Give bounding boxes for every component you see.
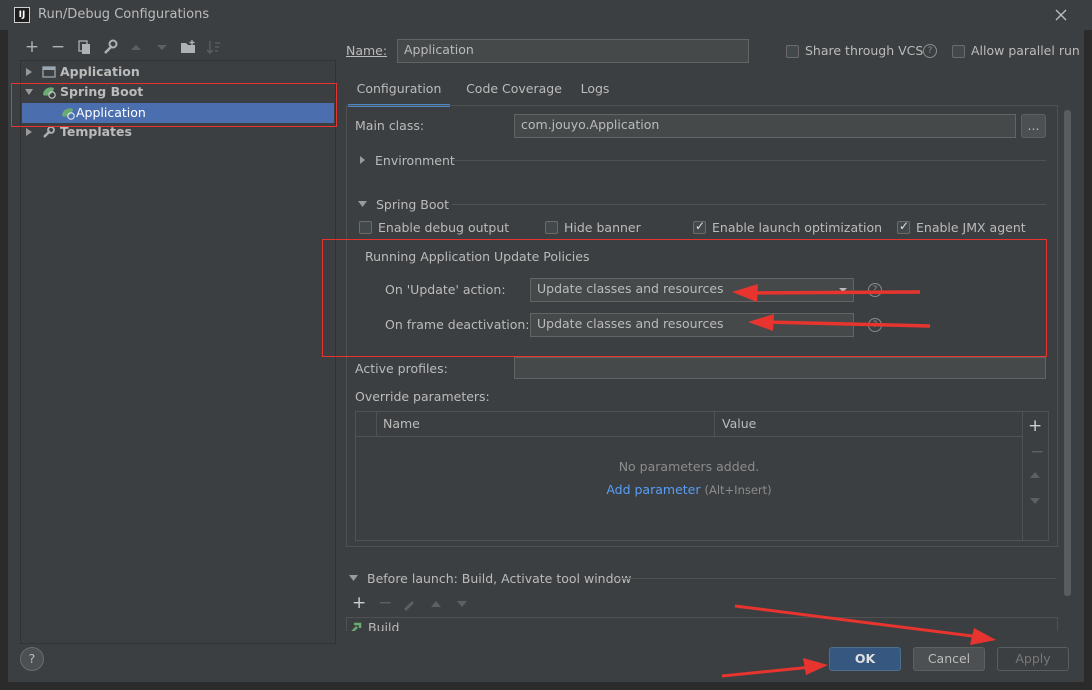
add-icon[interactable]: + <box>22 36 42 58</box>
application-icon <box>42 65 56 79</box>
active-profiles-field[interactable] <box>514 357 1046 379</box>
hide-banner-label[interactable]: Hide banner <box>564 220 641 235</box>
launch-optimization-checkbox[interactable] <box>693 219 706 234</box>
annotation-box-policies <box>322 239 1047 357</box>
apply-button[interactable]: Apply <box>997 647 1069 671</box>
collapse-arrow-icon[interactable] <box>357 199 369 209</box>
override-parameters-label: Override parameters: <box>355 389 490 404</box>
add-parameter-link[interactable]: Add parameter <box>606 482 700 497</box>
tab-configuration[interactable]: Configuration <box>348 76 450 107</box>
divider <box>618 578 1056 579</box>
launch-optimization-label[interactable]: Enable launch optimization <box>712 220 882 235</box>
move-down-icon[interactable] <box>152 36 172 58</box>
wrench-icon <box>42 125 56 139</box>
spring-boot-section-label[interactable]: Spring Boot <box>376 197 449 212</box>
jmx-agent-checkbox[interactable] <box>897 219 910 234</box>
environment-section-label[interactable]: Environment <box>375 153 455 168</box>
active-profiles-label: Active profiles: <box>355 361 448 376</box>
build-hammer-icon <box>349 621 363 631</box>
tree-item-label: Application <box>60 64 140 79</box>
close-icon[interactable] <box>1052 6 1070 24</box>
tab-logs[interactable]: Logs <box>574 76 616 104</box>
add-icon[interactable]: + <box>1028 416 1042 436</box>
cancel-button[interactable]: Cancel <box>913 647 985 671</box>
configuration-tree: Application Spring Boot Application Temp… <box>20 60 336 644</box>
column-header-name[interactable]: Name <box>383 416 420 431</box>
run-debug-dialog: { "window": { "title": "Run/Debug Config… <box>0 0 1092 690</box>
move-up-icon[interactable] <box>126 36 146 58</box>
config-toolbar: + − <box>20 36 336 60</box>
column-header-value[interactable]: Value <box>722 416 756 431</box>
column-divider[interactable] <box>714 412 715 436</box>
share-vcs-checkbox[interactable] <box>786 45 799 58</box>
annotation-arrow-ok <box>721 658 828 678</box>
parameters-table: Name Value No parameters added. Add para… <box>355 411 1023 541</box>
sort-icon[interactable] <box>204 36 224 58</box>
intellij-app-icon: IJ <box>14 7 30 23</box>
share-vcs-label[interactable]: Share through VCS <box>805 43 923 58</box>
title-bar: IJ Run/Debug Configurations <box>0 0 1092 30</box>
tree-item-application[interactable]: Application <box>21 62 335 82</box>
remove-icon[interactable]: − <box>378 593 392 613</box>
help-icon[interactable]: ? <box>923 44 937 58</box>
divider <box>452 204 1046 205</box>
before-launch-list: Build <box>346 617 1058 631</box>
expand-arrow-icon[interactable] <box>358 154 368 166</box>
edit-icon[interactable] <box>402 597 416 611</box>
browse-main-class-button[interactable]: ... <box>1021 114 1046 138</box>
main-class-label: Main class: <box>355 118 425 133</box>
hide-banner-checkbox[interactable] <box>545 221 558 234</box>
main-class-field[interactable]: com.jouyo.Application <box>514 114 1016 138</box>
empty-table-text: No parameters added. <box>618 459 760 474</box>
table-side-toolbar: + − <box>1023 411 1049 541</box>
before-launch-label[interactable]: Before launch: Build, Activate tool wind… <box>367 571 631 586</box>
before-launch-toolbar: + − <box>350 593 490 614</box>
allow-parallel-checkbox[interactable] <box>952 45 965 58</box>
allow-parallel-label[interactable]: Allow parallel run <box>971 43 1080 58</box>
ide-background-left <box>0 30 8 690</box>
move-up-icon[interactable] <box>1029 470 1041 480</box>
ok-button[interactable]: OK <box>829 647 901 671</box>
move-up-icon[interactable] <box>430 599 442 609</box>
list-item[interactable]: Build <box>368 620 399 631</box>
move-down-icon[interactable] <box>456 599 468 609</box>
divider <box>452 160 1046 161</box>
debug-output-label[interactable]: Enable debug output <box>378 220 509 235</box>
ide-background-right <box>1084 30 1092 690</box>
ide-background-bottom <box>0 682 1092 690</box>
vertical-scrollbar[interactable] <box>1064 110 1071 596</box>
move-down-icon[interactable] <box>1029 496 1041 506</box>
remove-icon[interactable]: − <box>1030 442 1044 462</box>
add-parameter-row: Add parameter (Alt+Insert) <box>356 482 1022 497</box>
jmx-agent-label[interactable]: Enable JMX agent <box>916 220 1026 235</box>
add-icon[interactable]: + <box>352 593 366 613</box>
annotation-box-tree <box>11 83 337 127</box>
tab-code-coverage[interactable]: Code Coverage <box>458 76 570 104</box>
new-folder-icon[interactable] <box>178 36 198 58</box>
name-label: Name: <box>346 43 388 58</box>
collapse-arrow-icon[interactable] <box>348 573 360 583</box>
copy-icon[interactable] <box>74 36 94 58</box>
table-header: Name Value <box>356 412 1022 437</box>
window-title: Run/Debug Configurations <box>38 7 210 22</box>
remove-icon[interactable]: − <box>48 36 68 58</box>
name-field[interactable]: Application <box>397 39 749 63</box>
table-select-column <box>356 412 377 436</box>
debug-output-checkbox[interactable] <box>359 221 372 234</box>
shortcut-hint: (Alt+Insert) <box>704 483 772 497</box>
expand-arrow-icon[interactable] <box>24 62 34 82</box>
help-button[interactable]: ? <box>20 647 44 671</box>
wrench-icon[interactable] <box>100 36 120 58</box>
